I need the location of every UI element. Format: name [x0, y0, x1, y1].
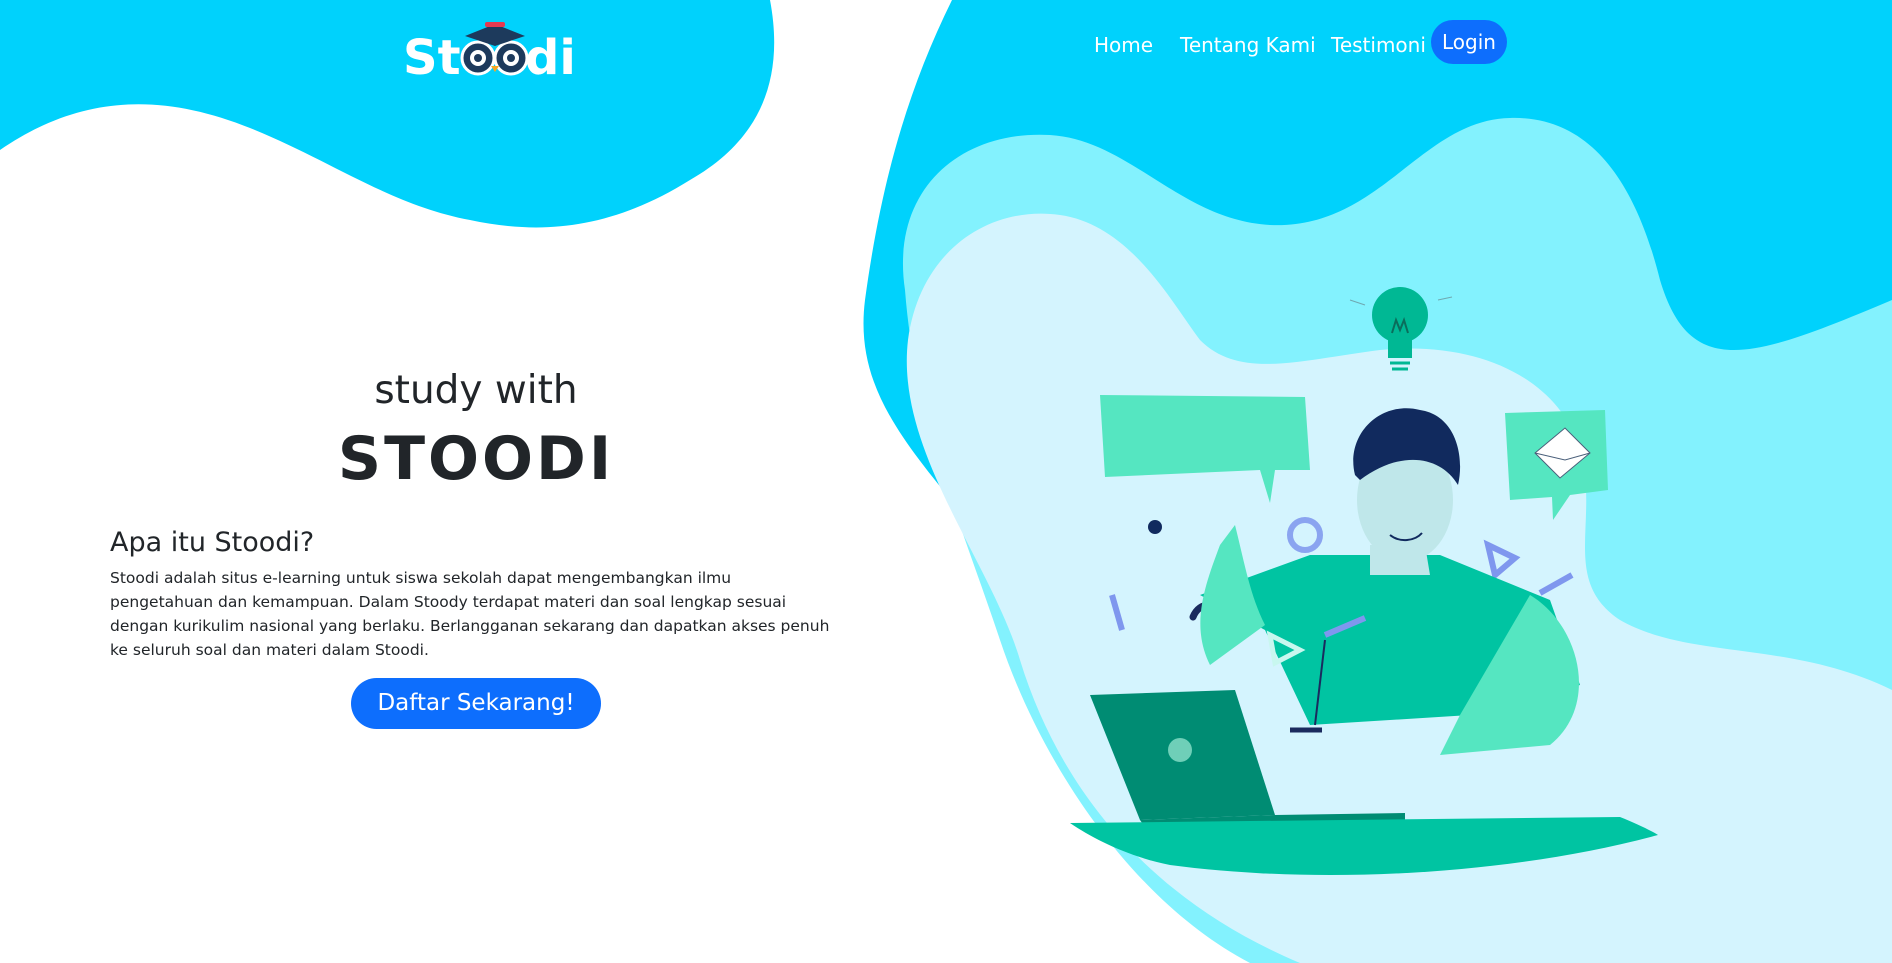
- register-button[interactable]: Daftar Sekarang!: [351, 678, 601, 729]
- about-heading: Apa itu Stoodi?: [110, 527, 315, 558]
- envelope-icon: [1505, 410, 1608, 520]
- nav-home[interactable]: Home: [1094, 32, 1153, 58]
- nav-tentang-kami[interactable]: Tentang Kami: [1180, 32, 1316, 58]
- lightbulb-icon: [1349, 287, 1453, 371]
- hero-section: study with STOODI Apa itu Stoodi? Stoodi…: [0, 0, 900, 963]
- hero-title: STOODI: [337, 424, 615, 494]
- nav-testimoni[interactable]: Testimoni: [1331, 32, 1426, 58]
- about-text: Stoodi adalah situs e-learning untuk sis…: [110, 569, 830, 659]
- speech-bubble-icon: [1100, 395, 1310, 503]
- hero-subtitle: study with: [374, 368, 578, 413]
- login-button[interactable]: Login: [1431, 20, 1507, 64]
- student-illustration: [1070, 287, 1658, 875]
- main-nav: Home Tentang Kami Testimoni Login: [0, 20, 1892, 64]
- play-icon: [1483, 539, 1521, 581]
